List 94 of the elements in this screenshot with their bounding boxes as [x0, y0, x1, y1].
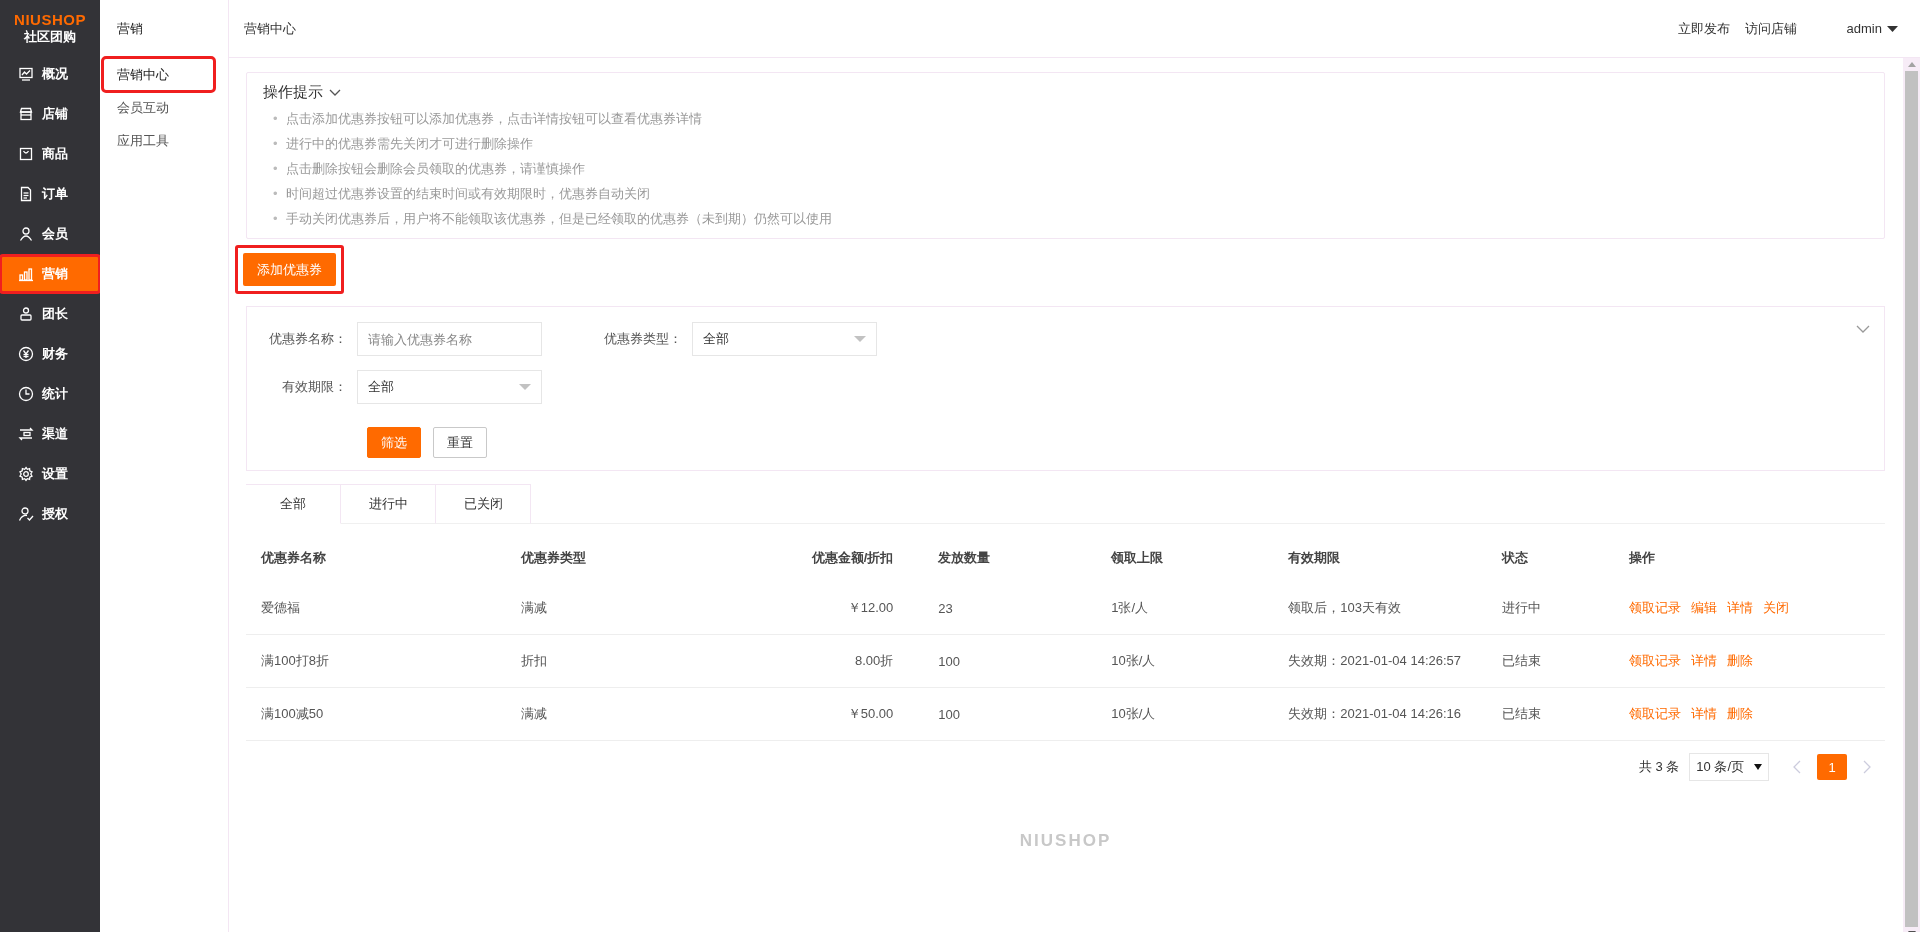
- tip-text: 时间超过优惠券设置的结束时间或有效期限时，优惠券自动关闭: [285, 184, 650, 203]
- table-cell: 满100减50: [246, 687, 507, 741]
- nav-item[interactable]: 订单: [0, 175, 100, 213]
- document-icon: [18, 186, 34, 202]
- gear-icon: [18, 466, 34, 482]
- dropdown-arrow-icon: [519, 384, 531, 390]
- table-cell: 折扣: [506, 634, 721, 688]
- column-header: 优惠券名称: [259, 549, 327, 567]
- nav-item[interactable]: 会员: [0, 215, 100, 253]
- section-title: 营销: [117, 20, 143, 38]
- column-header: 操作: [1628, 549, 1657, 567]
- bullet: •: [273, 184, 278, 203]
- tip-text: 进行中的优惠券需先关闭才可进行删除操作: [285, 134, 533, 153]
- table-cell: ￥50.00: [720, 687, 924, 741]
- table-cell: 8.00折: [720, 634, 924, 688]
- clock-icon: [18, 386, 34, 402]
- table-cell: 满减: [506, 687, 721, 741]
- table-cell: 满减: [506, 582, 721, 635]
- tip-text: 点击添加优惠券按钮可以添加优惠券，点击详情按钮可以查看优惠券详情: [285, 109, 702, 128]
- exchange-icon: [18, 426, 34, 442]
- bullet: •: [273, 209, 278, 228]
- column-header: 发放数量: [937, 549, 992, 567]
- subnav-item[interactable]: 营销中心: [103, 58, 214, 91]
- table-cell: 10张/人: [1096, 634, 1274, 688]
- header-link[interactable]: 立即发布: [1677, 19, 1730, 38]
- field-label: 优惠券类型：: [603, 330, 683, 348]
- subnav-item[interactable]: 应用工具: [103, 124, 214, 157]
- table-cell: 爱德福: [246, 582, 507, 635]
- table-cell: 10张/人: [1096, 687, 1274, 741]
- table-cell: 1张/人: [1096, 582, 1274, 635]
- yen-icon: [18, 346, 34, 362]
- person-badge-icon: [18, 306, 34, 322]
- brand-logo: NIUSHOP: [14, 12, 86, 28]
- column-header: 有效期限: [1287, 549, 1342, 567]
- nav-item[interactable]: 财务: [0, 335, 100, 373]
- nav-item[interactable]: 店铺: [0, 95, 100, 133]
- bullet: •: [273, 109, 278, 128]
- storefront-icon: [18, 106, 34, 122]
- user-icon: [18, 226, 34, 242]
- user-menu[interactable]: admin: [1846, 21, 1898, 36]
- user-check-icon: [18, 506, 34, 522]
- tab[interactable]: 进行中: [341, 484, 436, 524]
- table-cell: 进行中: [1486, 582, 1615, 635]
- bullet: •: [273, 134, 278, 153]
- tip-text: 点击删除按钮会删除会员领取的优惠券，请谨慎操作: [285, 159, 585, 178]
- field-label: 有效期限：: [281, 378, 348, 396]
- chevron-left-icon[interactable]: [1793, 760, 1801, 774]
- subnav-item[interactable]: 会员互动: [103, 91, 214, 124]
- bar-chart-icon: [18, 266, 34, 282]
- table-cell: 已结束: [1486, 634, 1615, 688]
- table-cell: 100: [923, 634, 1097, 688]
- caret-down-icon: [1887, 25, 1898, 32]
- page-size-select[interactable]: 10 条/页: [1689, 753, 1769, 781]
- dropdown-arrow-icon: [854, 336, 866, 342]
- brand-subtitle: 社区团购: [24, 28, 76, 46]
- bullet: •: [273, 159, 278, 178]
- table-cell: 失效期：2021-01-04 14:26:57: [1273, 634, 1487, 688]
- table-cell: 已结束: [1486, 687, 1615, 741]
- table-cell: 100: [923, 687, 1097, 741]
- table-cell: 领取后，103天有效: [1273, 582, 1487, 635]
- tips-title: 操作提示: [263, 83, 323, 102]
- nav-item[interactable]: 渠道: [0, 415, 100, 453]
- table-cell: 23: [923, 582, 1097, 635]
- nav-item[interactable]: 设置: [0, 455, 100, 493]
- tab[interactable]: 全部: [246, 484, 341, 524]
- arrow-up-icon: [1907, 62, 1916, 67]
- tab[interactable]: 已关闭: [436, 484, 531, 524]
- table-cell: ￥12.00: [720, 582, 924, 635]
- nav-item[interactable]: 统计: [0, 375, 100, 413]
- chevron-down-icon[interactable]: [1856, 325, 1870, 333]
- chevron-down-icon: [329, 89, 341, 96]
- column-header: 优惠券类型: [519, 549, 588, 567]
- column-header: 优惠金额/折扣: [810, 549, 895, 567]
- monitor-icon: [18, 66, 34, 82]
- total-count: 共 3 条: [1638, 758, 1680, 776]
- nav-item[interactable]: 团长: [0, 295, 100, 333]
- nav-item[interactable]: 授权: [0, 495, 100, 533]
- header-link[interactable]: 访问店铺: [1744, 19, 1797, 38]
- reset-button[interactable]: 重置: [433, 427, 487, 458]
- field-label: 优惠券名称：: [268, 330, 348, 348]
- select-field[interactable]: 全部: [357, 370, 542, 404]
- nav-item[interactable]: 商品: [0, 135, 100, 173]
- nav-item[interactable]: 概况: [0, 55, 100, 93]
- tip-text: 手动关闭优惠券后，用户将不能领取该优惠券，但是已经领取的优惠券（未到期）仍然可以使用: [285, 209, 832, 228]
- bag-icon: [18, 146, 34, 162]
- column-header: 领取上限: [1109, 549, 1165, 567]
- select-field[interactable]: 全部: [692, 322, 877, 356]
- column-header: 状态: [1500, 549, 1529, 567]
- chevron-right-icon[interactable]: [1863, 760, 1871, 774]
- table-cell: 满100打8折: [246, 634, 507, 688]
- coupon-name-field[interactable]: 请输入优惠券名称: [357, 322, 542, 356]
- caret-down-icon: [1754, 764, 1762, 770]
- page-title: 营销中心: [244, 19, 297, 38]
- table-cell: 失效期：2021-01-04 14:26:16: [1273, 687, 1487, 741]
